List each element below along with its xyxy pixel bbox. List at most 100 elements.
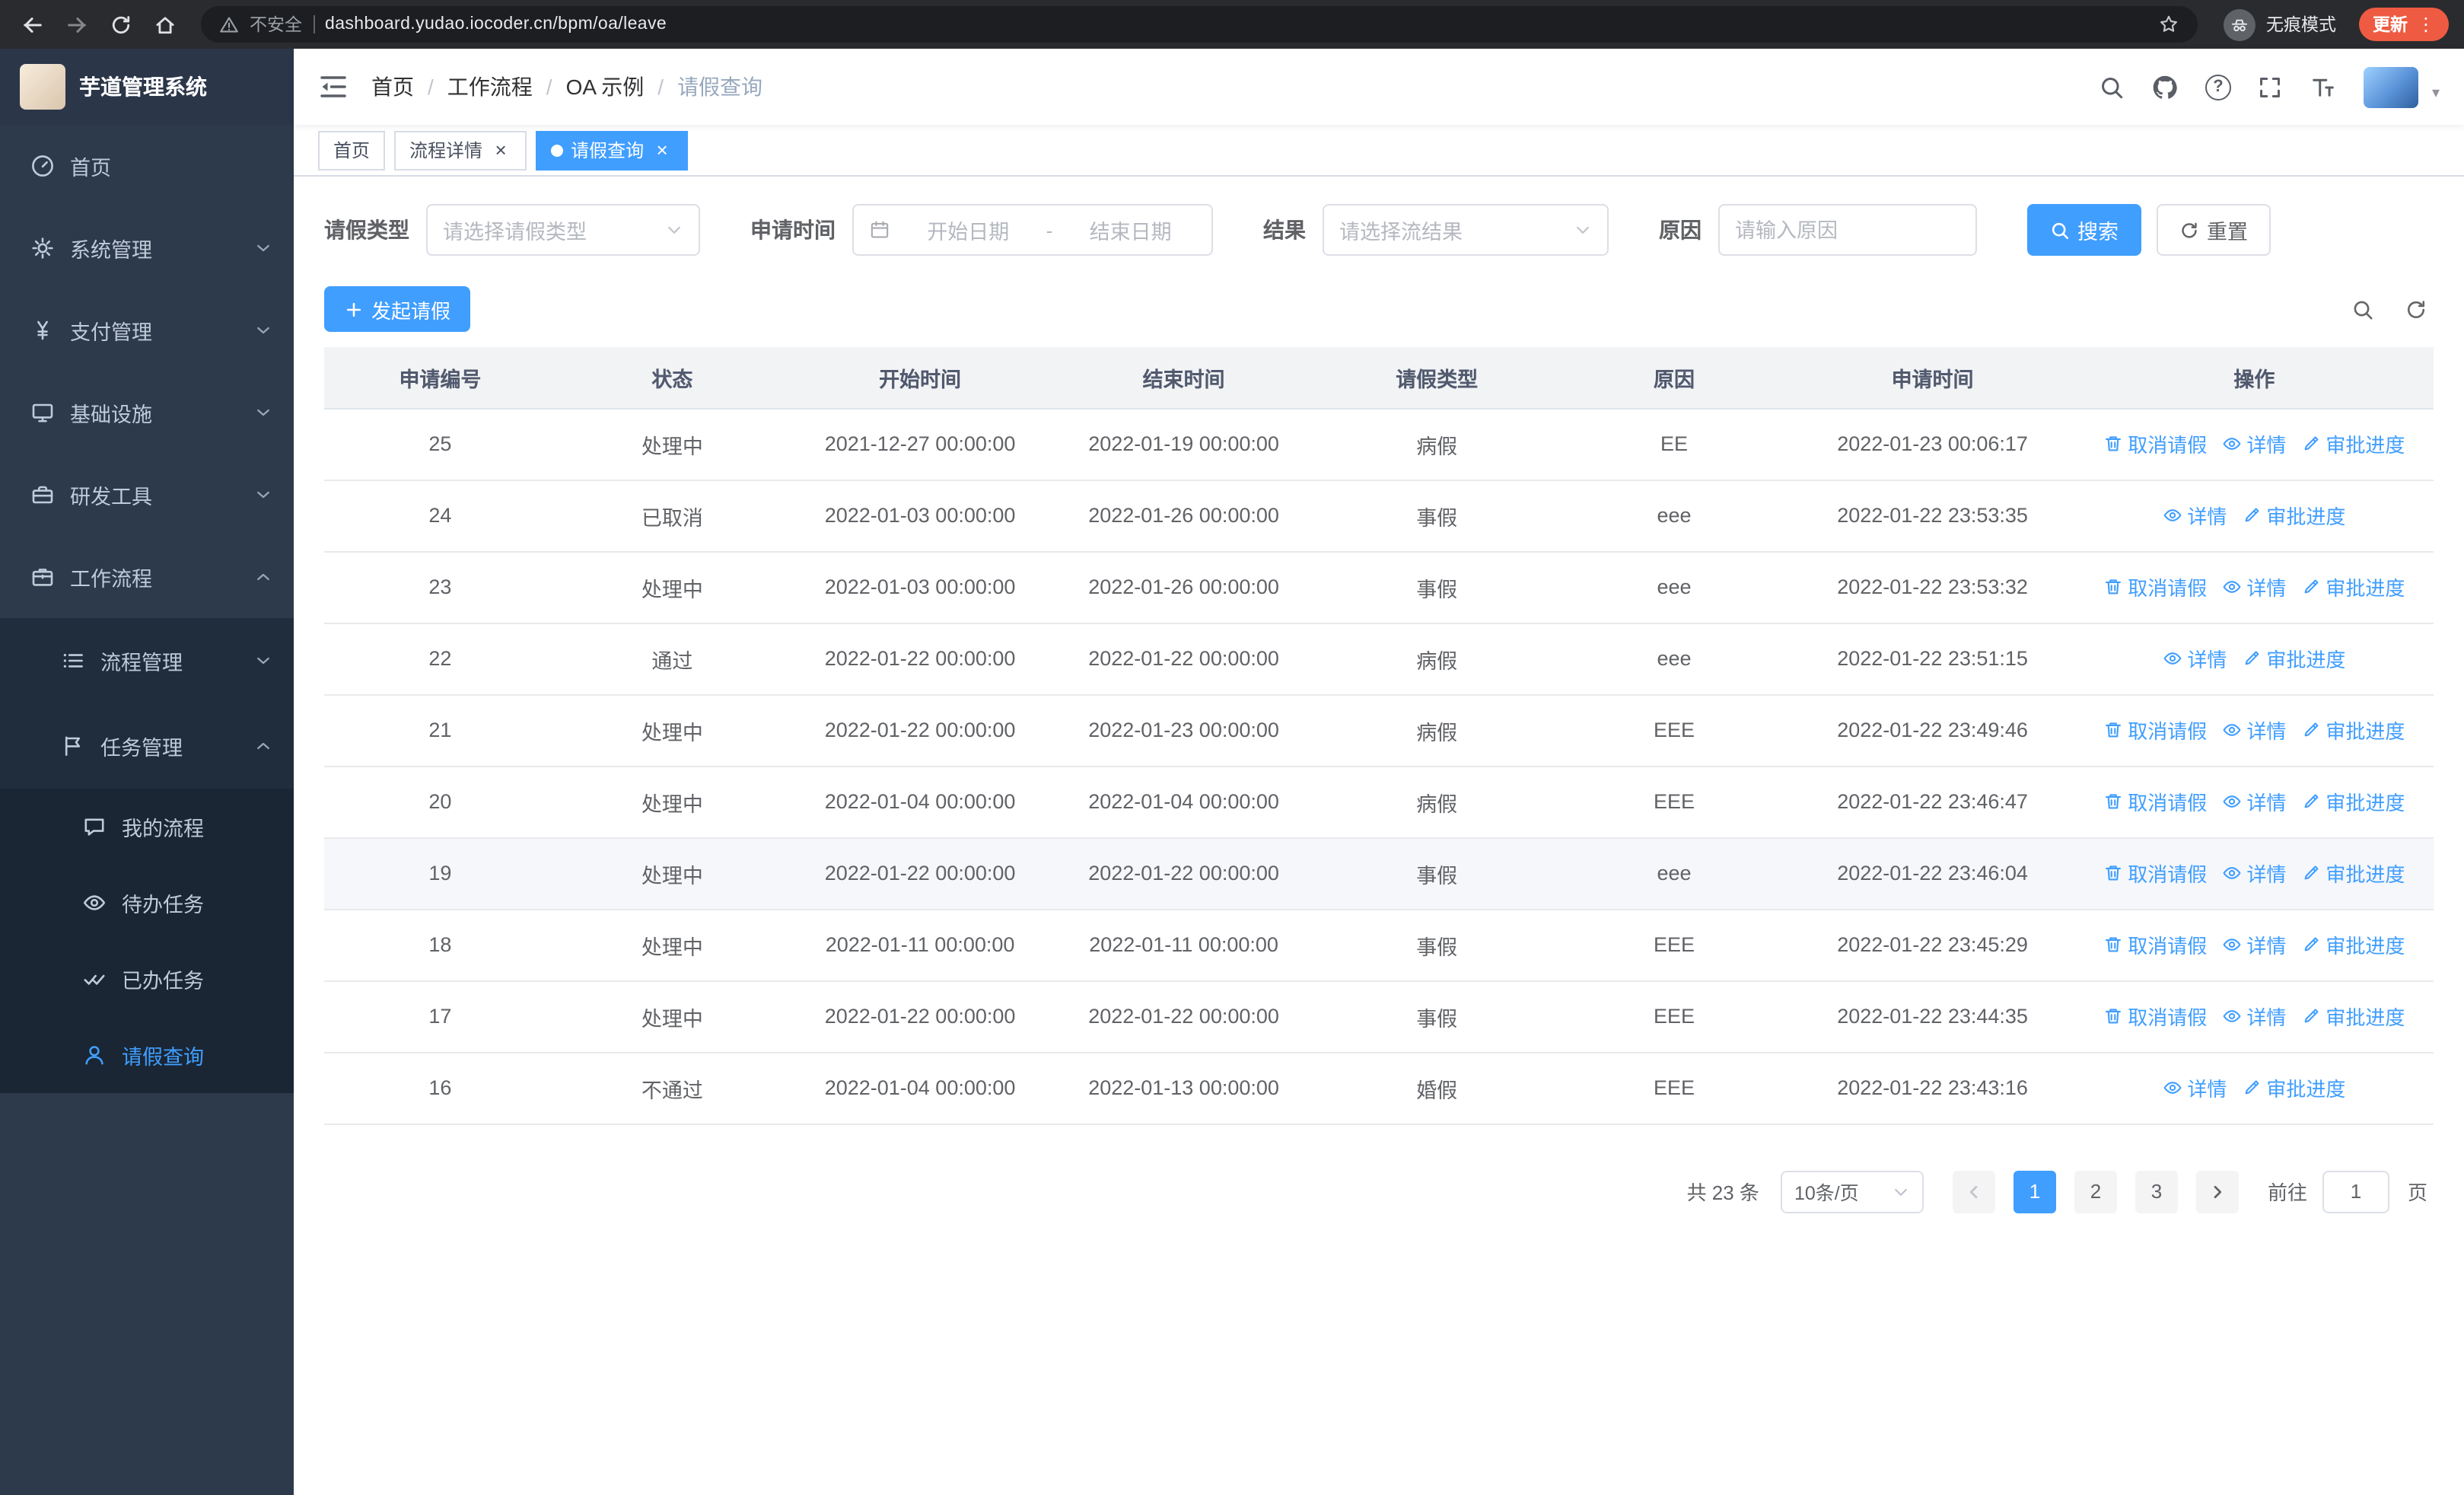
detail-link[interactable]: 详情 xyxy=(2222,1002,2286,1031)
caret-down-icon[interactable]: ▾ xyxy=(2432,84,2440,107)
approval-progress-link[interactable]: 审批进度 xyxy=(2301,787,2405,816)
sidebar-item-home[interactable]: 首页 xyxy=(0,125,294,207)
approval-progress-link[interactable]: 审批进度 xyxy=(2242,644,2345,673)
help-icon[interactable]: ? xyxy=(2205,74,2231,100)
detail-link[interactable]: 详情 xyxy=(2222,572,2286,601)
cell-actions: 详情 审批进度 xyxy=(2074,623,2434,695)
breadcrumb-item-workflow[interactable]: 工作流程 xyxy=(447,72,533,102)
sidebar-toggle-button[interactable] xyxy=(318,72,349,102)
sidebar-item-process-management[interactable]: 流程管理 xyxy=(0,618,294,703)
detail-link[interactable]: 详情 xyxy=(2163,644,2227,673)
sidebar-item-label: 支付管理 xyxy=(70,321,152,344)
breadcrumb-item-leave-query: 请假查询 xyxy=(677,75,763,99)
approval-progress-link[interactable]: 审批进度 xyxy=(2301,1002,2405,1031)
cell-reason: EEE xyxy=(1558,980,1791,1053)
font-size-icon[interactable] xyxy=(2310,73,2338,100)
prev-page-button[interactable] xyxy=(1952,1170,1995,1213)
breadcrumb-item-home[interactable]: 首页 xyxy=(371,72,414,102)
toggle-search-icon[interactable] xyxy=(2351,298,2374,320)
cancel-leave-link[interactable]: 取消请假 xyxy=(2103,930,2207,959)
table-row: 16 不通过 2022-01-04 00:00:00 2022-01-13 00:00… xyxy=(324,1052,2434,1124)
create-leave-button[interactable]: 发起请假 xyxy=(324,286,471,332)
cancel-leave-link[interactable]: 取消请假 xyxy=(2103,1002,2207,1031)
workflow-submenu: 流程管理 任务管理 我的流程 待办任务 已办任务 请假查询 xyxy=(0,618,294,1093)
page-size-select[interactable]: 10条/页 xyxy=(1780,1170,1924,1213)
detail-link[interactable]: 详情 xyxy=(2163,501,2227,530)
cancel-leave-link[interactable]: 取消请假 xyxy=(2103,859,2207,888)
approval-progress-link[interactable]: 审批进度 xyxy=(2242,501,2345,530)
detail-link[interactable]: 详情 xyxy=(2222,859,2286,888)
browser-forward-button[interactable] xyxy=(59,8,93,41)
reason-input[interactable] xyxy=(1718,204,1977,256)
col-header-actions: 操作 xyxy=(2074,347,2434,409)
start-date-placeholder: 开始日期 xyxy=(927,221,1010,244)
goto-page-input[interactable] xyxy=(2322,1170,2389,1213)
sidebar-item-payment-management[interactable]: 支付管理 xyxy=(0,289,294,371)
leave-type-select[interactable]: 请选择请假类型 xyxy=(426,204,700,256)
chevron-down-icon xyxy=(254,486,272,504)
cell-reason: EEE xyxy=(1558,766,1791,838)
breadcrumb-item-oa-example[interactable]: OA 示例 xyxy=(566,72,645,102)
logo[interactable]: 芋道管理系统 xyxy=(0,49,294,125)
detail-link-label: 详情 xyxy=(2246,792,2287,814)
cell-status: 处理中 xyxy=(556,980,788,1053)
github-icon[interactable] xyxy=(2152,73,2179,100)
end-date-placeholder: 结束日期 xyxy=(1089,221,1172,244)
approval-progress-link[interactable]: 审批进度 xyxy=(2242,1073,2345,1102)
sidebar-item-done-tasks[interactable]: 已办任务 xyxy=(0,941,294,1017)
tab-process-detail[interactable]: 流程详情 × xyxy=(394,130,527,170)
sidebar-item-my-processes[interactable]: 我的流程 xyxy=(0,789,294,865)
result-select[interactable]: 请选择流结果 xyxy=(1323,204,1609,256)
browser-back-button[interactable] xyxy=(15,8,49,41)
tab-leave-query[interactable]: 请假查询 × xyxy=(536,130,689,170)
fullscreen-icon[interactable] xyxy=(2257,73,2284,100)
refresh-table-icon[interactable] xyxy=(2405,298,2427,320)
close-icon[interactable]: × xyxy=(651,139,673,161)
page-button-2[interactable]: 2 xyxy=(2074,1170,2117,1213)
bookmark-star-icon[interactable] xyxy=(2158,14,2179,35)
avatar[interactable] xyxy=(2363,66,2418,107)
close-icon[interactable]: × xyxy=(490,139,511,161)
browser-update-button[interactable]: 更新 ⋮ xyxy=(2359,8,2449,41)
cell-type: 事假 xyxy=(1315,837,1558,910)
sidebar-item-workflow[interactable]: 工作流程 xyxy=(0,536,294,618)
page-button-1[interactable]: 1 xyxy=(2013,1170,2056,1213)
breadcrumb-separator: / xyxy=(546,75,552,99)
browser-home-button[interactable] xyxy=(148,8,181,41)
sidebar-item-dev-tools[interactable]: 研发工具 xyxy=(0,454,294,536)
cancel-leave-link[interactable]: 取消请假 xyxy=(2103,572,2207,601)
page-button-3[interactable]: 3 xyxy=(2135,1170,2178,1213)
edit-icon xyxy=(2301,720,2321,740)
address-bar[interactable]: 不安全 dashboard.yudao.iocoder.cn/bpm/oa/le… xyxy=(201,6,2198,43)
browser-reload-button[interactable] xyxy=(103,8,137,41)
approval-progress-link[interactable]: 审批进度 xyxy=(2301,859,2405,888)
sidebar-item-infrastructure[interactable]: 基础设施 xyxy=(0,371,294,454)
approval-progress-link[interactable]: 审批进度 xyxy=(2301,716,2405,744)
cell-actions: 取消请假 详情 审批进度 xyxy=(2074,766,2434,838)
detail-link[interactable]: 详情 xyxy=(2222,930,2286,959)
approval-progress-link[interactable]: 审批进度 xyxy=(2301,429,2405,458)
detail-link[interactable]: 详情 xyxy=(2163,1073,2227,1102)
detail-link[interactable]: 详情 xyxy=(2222,787,2286,816)
browser-menu-icon[interactable]: ⋮ xyxy=(2417,14,2435,35)
cancel-leave-link[interactable]: 取消请假 xyxy=(2103,787,2207,816)
next-page-button[interactable] xyxy=(2195,1170,2239,1213)
cell-actions: 取消请假 详情 审批进度 xyxy=(2074,551,2434,623)
detail-link[interactable]: 详情 xyxy=(2222,429,2286,458)
sidebar-item-system-management[interactable]: 系统管理 xyxy=(0,207,294,289)
cancel-leave-link[interactable]: 取消请假 xyxy=(2103,716,2207,744)
search-icon[interactable] xyxy=(2099,73,2126,100)
cell-end: 2022-01-04 00:00:00 xyxy=(1052,766,1316,838)
sidebar-item-pending-tasks[interactable]: 待办任务 xyxy=(0,865,294,941)
apply-time-range-picker[interactable]: 开始日期 - 结束日期 xyxy=(852,204,1213,256)
approval-progress-link-label: 审批进度 xyxy=(2266,1078,2346,1101)
approval-progress-link[interactable]: 审批进度 xyxy=(2301,930,2405,959)
approval-progress-link[interactable]: 审批进度 xyxy=(2301,572,2405,601)
tab-home[interactable]: 首页 xyxy=(318,130,386,170)
sidebar-item-leave-query[interactable]: 请假查询 xyxy=(0,1017,294,1093)
detail-link[interactable]: 详情 xyxy=(2222,716,2286,744)
search-button[interactable]: 搜索 xyxy=(2027,204,2141,256)
sidebar-item-task-management[interactable]: 任务管理 xyxy=(0,703,294,789)
reset-button[interactable]: 重置 xyxy=(2157,204,2271,256)
cancel-leave-link[interactable]: 取消请假 xyxy=(2103,429,2207,458)
